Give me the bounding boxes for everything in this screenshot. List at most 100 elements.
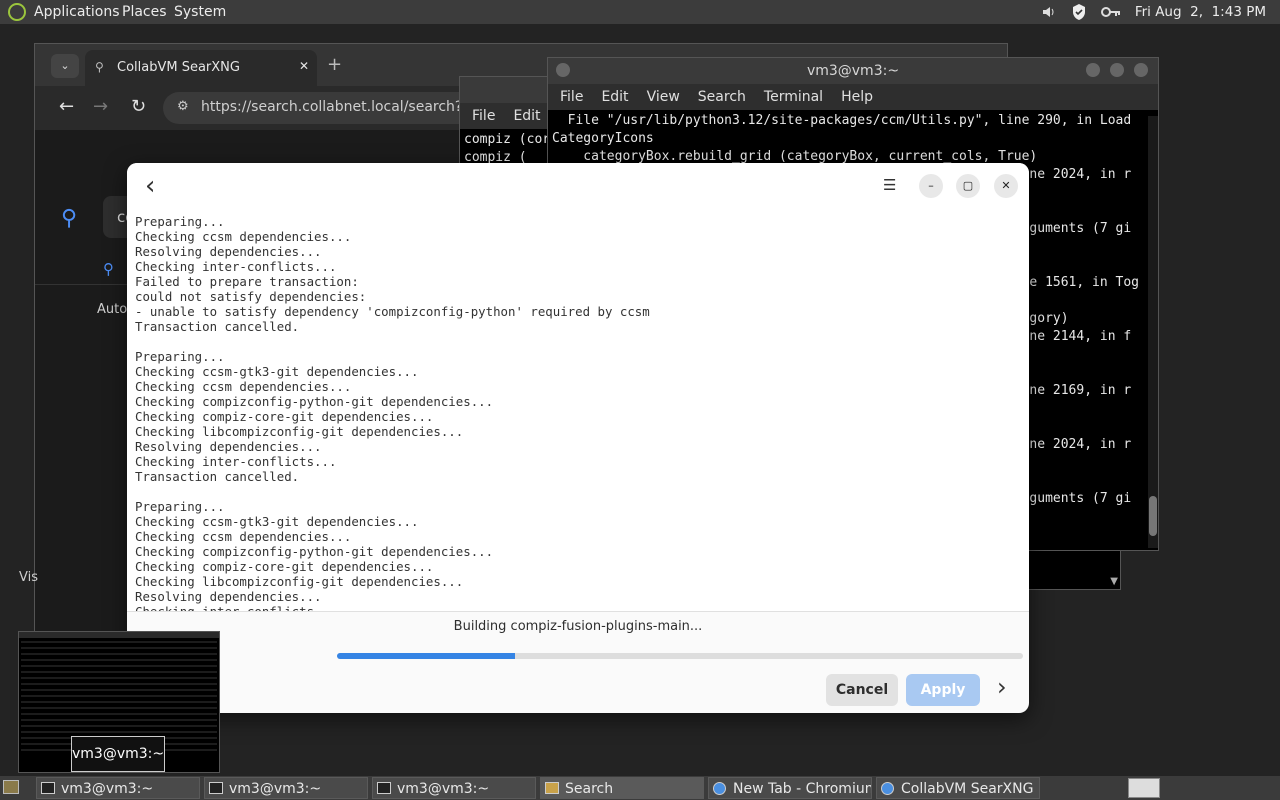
terminal-icon xyxy=(209,782,223,794)
terminal-line: File "/usr/lib/python3.12/site-packages/… xyxy=(552,113,1132,128)
progress-fill xyxy=(337,653,516,659)
menu-file[interactable]: File xyxy=(560,89,583,105)
log-line: Checking inter-conflicts... xyxy=(135,259,337,274)
log-line: Failed to prepare transaction: xyxy=(135,274,359,289)
speaker-icon[interactable] xyxy=(1041,4,1057,20)
log-line: Resolving dependencies... xyxy=(135,244,322,259)
log-line: Checking libcompizconfig-git dependencie… xyxy=(135,574,464,589)
vis-text: Vis xyxy=(19,570,38,585)
scrollbar-thumb[interactable] xyxy=(1149,496,1157,536)
shield-icon[interactable] xyxy=(1071,3,1087,21)
searxng-favicon-icon: ⚲ xyxy=(95,60,104,74)
address-url[interactable]: https://search.collabnet.local/search?q=… xyxy=(201,99,499,115)
taskbar-item-terminal-2[interactable]: vm3@vm3:~ xyxy=(204,777,368,799)
terminal-front-menubar: File Edit View Search Terminal Help xyxy=(548,84,1158,110)
menu-edit[interactable]: Edit xyxy=(601,89,628,105)
tab-title: CollabVM SearXNG xyxy=(117,60,240,75)
log-line: Checking ccsm dependencies... xyxy=(135,229,352,244)
taskbar-item-terminal-1[interactable]: vm3@vm3:~ xyxy=(36,777,200,799)
distributor-logo-icon[interactable] xyxy=(8,3,26,21)
new-tab-button[interactable]: + xyxy=(327,54,342,75)
show-desktop-icon[interactable] xyxy=(3,780,19,794)
install-dialog[interactable]: ‹ ☰ – ▢ ✕ Preparing... Checking ccsm dep… xyxy=(127,163,1029,713)
menu-terminal[interactable]: Terminal xyxy=(764,89,823,105)
build-log[interactable]: Preparing... Checking ccsm dependencies.… xyxy=(127,209,1029,612)
taskbar-item-chromium-searxng[interactable]: CollabVM SearXNG ... xyxy=(876,777,1040,799)
back-icon[interactable]: ‹ xyxy=(145,171,155,201)
log-line: Checking compiz-core-git dependencies... xyxy=(135,559,434,574)
system-menu[interactable]: System xyxy=(174,4,226,20)
top-panel: Applications Places System Fri Aug 2, 1:… xyxy=(0,0,1280,24)
log-line: Preparing... xyxy=(135,214,225,229)
taskbar: vm3@vm3:~ vm3@vm3:~ vm3@vm3:~ Search New… xyxy=(0,776,1280,800)
log-line: Preparing... xyxy=(135,499,225,514)
terminal-front-titlebar[interactable]: vm3@vm3:~ xyxy=(548,58,1158,84)
log-line: Checking inter-conflicts... xyxy=(135,454,337,469)
terminal-back-scroll-down-icon[interactable]: ▼ xyxy=(1110,576,1118,587)
maximize-icon[interactable]: ▢ xyxy=(956,174,980,198)
log-line: Checking inter-conflicts... xyxy=(135,604,337,612)
taskbar-item-search[interactable]: Search xyxy=(540,777,704,799)
thumbnail-lines xyxy=(21,641,217,751)
window-menu-icon[interactable] xyxy=(556,63,570,77)
applications-menu[interactable]: Applications xyxy=(34,4,120,20)
log-line: Transaction cancelled. xyxy=(135,319,300,334)
clock[interactable]: Fri Aug 2, 1:43 PM xyxy=(1135,4,1266,20)
search-icon[interactable]: ⚲ xyxy=(61,206,77,231)
log-line: Transaction cancelled. xyxy=(135,469,300,484)
minimize-icon[interactable] xyxy=(1086,63,1100,77)
log-line: Resolving dependencies... xyxy=(135,439,322,454)
taskbar-item-chromium-newtab[interactable]: New Tab - Chromium xyxy=(708,777,872,799)
menu-help[interactable]: Help xyxy=(841,89,873,105)
software-icon xyxy=(545,782,559,794)
log-line: Checking ccsm dependencies... xyxy=(135,529,352,544)
forward-arrow-icon[interactable]: → xyxy=(93,96,108,117)
log-line: Checking ccsm-gtk3-git dependencies... xyxy=(135,364,419,379)
terminal-line: categoryBox.rebuild_grid (categoryBox, c… xyxy=(552,149,1038,164)
key-icon[interactable] xyxy=(1100,6,1121,18)
menu-edit[interactable]: Edit xyxy=(513,108,540,124)
minimize-icon[interactable]: – xyxy=(919,174,943,198)
reload-icon[interactable]: ↻ xyxy=(131,96,146,117)
search-tab-underline[interactable]: ⚲ xyxy=(103,260,114,278)
terminal-icon xyxy=(377,782,391,794)
menu-icon[interactable]: ☰ xyxy=(883,176,896,194)
terminal-icon xyxy=(41,782,55,794)
maximize-icon[interactable] xyxy=(1110,63,1124,77)
log-line: - unable to satisfy dependency 'compizco… xyxy=(135,304,650,319)
next-icon[interactable]: › xyxy=(997,673,1007,701)
log-line: Checking compizconfig-python-git depende… xyxy=(135,544,494,559)
build-status: Building compiz-fusion-plugins-main... xyxy=(453,619,703,634)
log-line: Checking libcompizconfig-git dependencie… xyxy=(135,424,464,439)
log-line: Checking compizconfig-python-git depende… xyxy=(135,394,494,409)
taskbar-item-terminal-3[interactable]: vm3@vm3:~ xyxy=(372,777,536,799)
back-arrow-icon[interactable]: ← xyxy=(59,96,74,117)
log-line: could not satisfy dependencies: xyxy=(135,289,367,304)
tab-search-button[interactable]: ⌄ xyxy=(51,54,79,78)
terminal-scrollbar[interactable] xyxy=(1148,116,1158,548)
log-line: Checking ccsm-gtk3-git dependencies... xyxy=(135,514,419,529)
progress-bar xyxy=(337,653,1023,659)
log-line: Checking ccsm dependencies... xyxy=(135,379,352,394)
browser-tab[interactable]: ⚲ CollabVM SearXNG ✕ xyxy=(85,50,317,86)
cancel-button[interactable]: Cancel xyxy=(826,674,898,706)
thumbnail-menubar xyxy=(19,632,219,638)
menu-file[interactable]: File xyxy=(472,108,495,124)
apply-button[interactable]: Apply xyxy=(906,674,980,706)
log-line: Preparing... xyxy=(135,349,225,364)
close-icon[interactable]: ✕ xyxy=(994,174,1018,198)
places-menu[interactable]: Places xyxy=(122,4,167,20)
chromium-icon xyxy=(881,782,894,795)
window-tooltip: vm3@vm3:~ xyxy=(71,736,165,772)
close-icon[interactable] xyxy=(1134,63,1148,77)
log-line: Resolving dependencies... xyxy=(135,589,322,604)
menu-view[interactable]: View xyxy=(647,89,680,105)
log-line: Checking compiz-core-git dependencies... xyxy=(135,409,434,424)
menu-search[interactable]: Search xyxy=(698,89,746,105)
workspace-switcher-icon[interactable] xyxy=(1128,778,1160,798)
dialog-header: ‹ ☰ – ▢ ✕ xyxy=(127,163,1029,209)
site-info-icon[interactable]: ⚙ xyxy=(177,99,189,114)
terminal-line: CategoryIcons xyxy=(552,131,654,146)
tab-close-icon[interactable]: ✕ xyxy=(299,59,309,73)
tooltip-text: vm3@vm3:~ xyxy=(72,746,165,762)
